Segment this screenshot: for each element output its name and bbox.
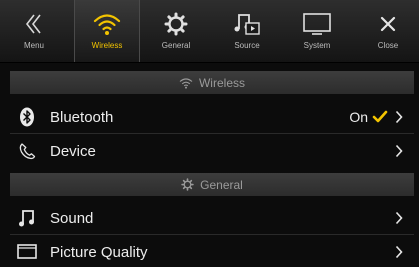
tab-general-label: General <box>161 41 191 50</box>
list-item-label: Bluetooth <box>50 108 114 126</box>
tab-system-label: System <box>303 41 331 50</box>
list-item-picture-quality[interactable]: Picture Quality <box>10 237 414 267</box>
tab-system[interactable]: System <box>287 0 347 62</box>
list-item-bluetooth[interactable]: Bluetooth On <box>10 102 414 132</box>
checkmark-icon <box>372 110 388 124</box>
double-chevron-left-icon <box>18 10 50 38</box>
bluetooth-status-value: On <box>349 109 368 125</box>
gear-icon <box>181 178 194 191</box>
tab-menu[interactable]: Menu <box>4 0 64 62</box>
bluetooth-icon <box>14 107 40 127</box>
chevron-right-icon <box>392 144 406 158</box>
gear-icon <box>160 10 192 38</box>
phone-handset-icon <box>14 141 40 161</box>
top-navigation-bar: Menu Wireless General Source System Clos… <box>0 0 419 63</box>
tab-wireless-label: Wireless <box>91 41 123 50</box>
row-divider <box>10 133 414 134</box>
picture-icon <box>14 243 40 261</box>
tab-menu-label: Menu <box>23 41 44 50</box>
tab-close[interactable]: Close <box>360 0 416 62</box>
wifi-icon <box>91 10 123 38</box>
section-title: Wireless <box>198 75 245 90</box>
chevron-right-icon <box>392 245 406 259</box>
monitor-icon <box>301 10 333 38</box>
tab-source-label: Source <box>234 41 260 50</box>
section-header-wireless: Wireless <box>10 71 414 94</box>
close-icon <box>372 10 404 38</box>
music-note-icon <box>14 208 40 228</box>
list-item-label: Sound <box>50 209 94 227</box>
list-item-label: Picture Quality <box>50 243 148 261</box>
list-item-label: Device <box>50 142 96 160</box>
section-title: General <box>200 177 243 192</box>
tab-source[interactable]: Source <box>217 0 277 62</box>
row-divider <box>10 234 414 235</box>
list-item-sound[interactable]: Sound <box>10 203 414 233</box>
music-source-icon <box>231 10 263 38</box>
chevron-right-icon <box>392 110 406 124</box>
tab-close-label: Close <box>377 41 399 50</box>
chevron-right-icon <box>392 211 406 225</box>
tab-general[interactable]: General <box>146 0 206 62</box>
wifi-icon <box>179 77 193 89</box>
tab-wireless[interactable]: Wireless <box>74 0 140 62</box>
section-header-general: General <box>10 173 414 196</box>
list-item-device[interactable]: Device <box>10 136 414 166</box>
